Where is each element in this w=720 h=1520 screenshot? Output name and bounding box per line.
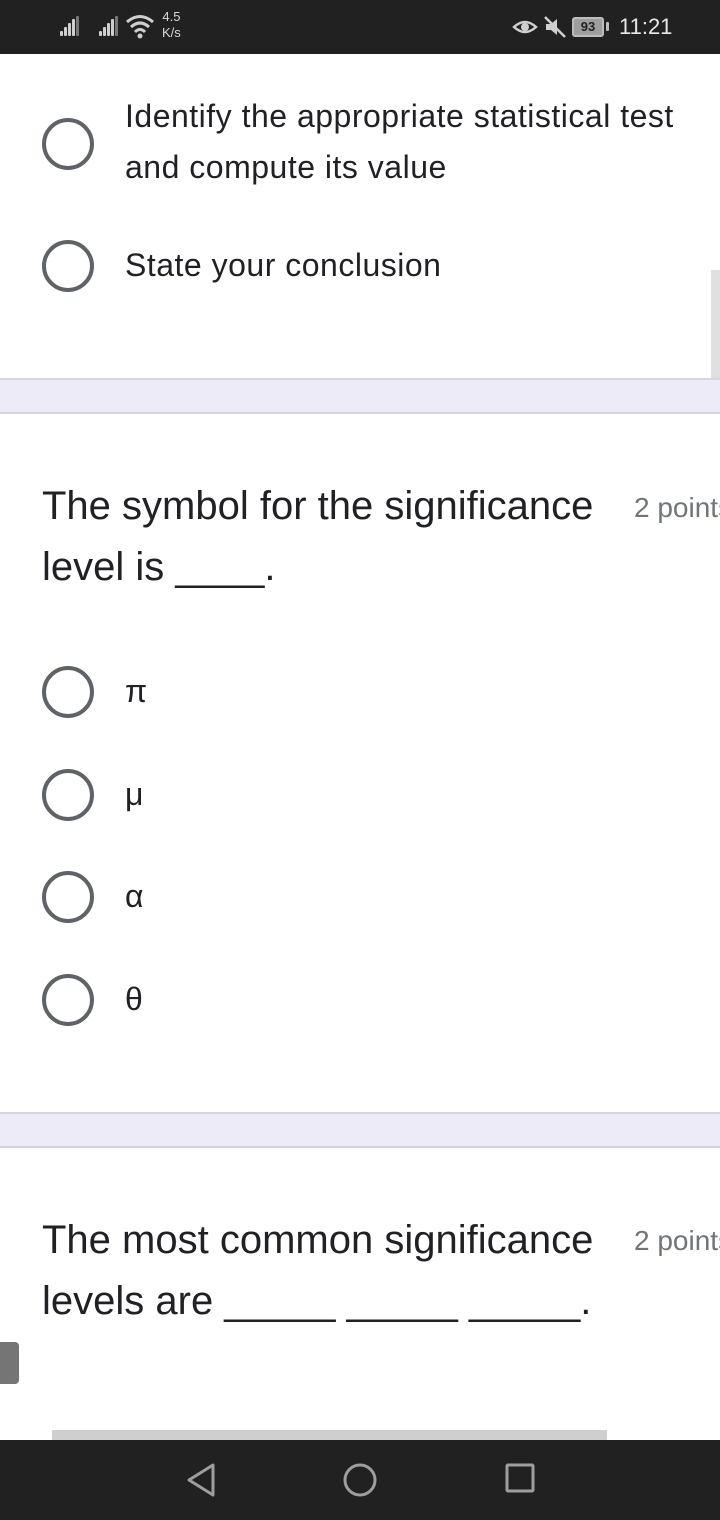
option-label-identify-test: Identify the appropriate statistical tes… (125, 98, 674, 185)
option-label-mu: μ (125, 776, 144, 812)
radio-option-alpha[interactable] (42, 871, 94, 923)
option-label-alpha: α (125, 878, 144, 914)
radio-option-pi[interactable] (42, 666, 94, 718)
battery-icon: 93 (572, 17, 604, 37)
radio-option-identify-test[interactable] (42, 118, 94, 170)
section-divider (0, 378, 720, 414)
question-title-common-levels: The most common significance levels are … (42, 1218, 594, 1323)
wifi-icon (126, 15, 154, 39)
side-handle[interactable] (0, 1342, 19, 1384)
option-label-pi: π (125, 673, 148, 709)
back-icon[interactable] (184, 1462, 218, 1498)
clock: 11:21 (619, 14, 673, 39)
section-divider (0, 1112, 720, 1148)
points-badge: 2 points (634, 492, 720, 523)
form-content[interactable]: Identify the appropriate statistical tes… (0, 54, 720, 1440)
network-speed-value: 4.5 (162, 9, 181, 24)
network-speed-unit: K/s (162, 25, 181, 40)
battery-tip (606, 22, 609, 31)
status-bar: 4.5 K/s 93 11:21 (0, 0, 720, 54)
radio-option-mu[interactable] (42, 769, 94, 821)
navigation-bar (0, 1440, 720, 1520)
horizontal-scrollbar[interactable] (52, 1430, 607, 1440)
recents-icon[interactable] (504, 1462, 536, 1494)
eye-icon (512, 20, 538, 34)
home-icon[interactable] (342, 1462, 378, 1498)
option-label-theta: θ (125, 981, 144, 1017)
network-speed: 4.5 K/s (162, 9, 181, 41)
radio-option-state-conclusion[interactable] (42, 240, 94, 292)
option-label-state-conclusion: State your conclusion (125, 247, 442, 283)
question-title-significance-symbol: The symbol for the significance level is… (42, 484, 594, 589)
mute-icon (544, 16, 566, 38)
signal-icon (60, 16, 80, 36)
points-badge: 2 points (634, 1225, 720, 1256)
signal-icon (99, 16, 119, 36)
radio-option-theta[interactable] (42, 974, 94, 1026)
